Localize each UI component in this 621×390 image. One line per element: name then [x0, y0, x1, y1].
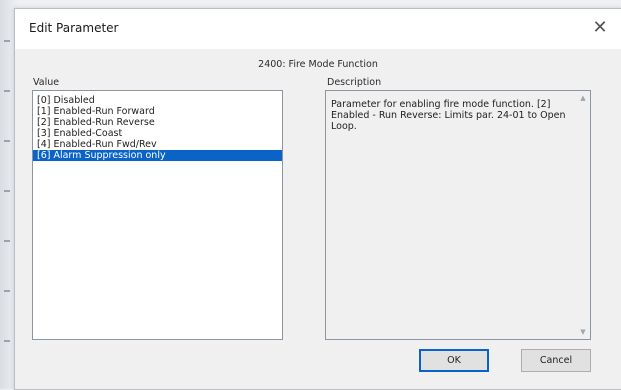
dialog-titlebar: Edit Parameter ✕ [15, 9, 621, 49]
scroll-down-arrow-icon[interactable]: ▼ [578, 327, 588, 337]
scroll-up-arrow-icon[interactable]: ▲ [578, 93, 588, 103]
ok-button[interactable]: OK [419, 349, 489, 372]
description-scrollbar[interactable]: ▲ ▼ [576, 91, 590, 339]
background-tick [4, 340, 10, 342]
list-item-3[interactable]: [3] Enabled-Coast [33, 128, 282, 139]
value-label: Value [33, 77, 60, 88]
list-item-6-selected[interactable]: [6] Alarm Suppression only [33, 150, 282, 161]
edit-parameter-dialog: Edit Parameter ✕ 2400: Fire Mode Functio… [14, 8, 621, 390]
list-item-1[interactable]: [1] Enabled-Run Forward [33, 106, 282, 117]
list-item-2[interactable]: [2] Enabled-Run Reverse [33, 117, 282, 128]
description-label: Description [327, 77, 382, 88]
cancel-button[interactable]: Cancel [521, 349, 591, 372]
background-tick [4, 240, 10, 242]
dialog-title: Edit Parameter [29, 21, 119, 35]
background-tick [4, 290, 10, 292]
description-box: Parameter for enabling fire mode functio… [325, 90, 591, 340]
background-tick [4, 40, 10, 42]
background-tick [4, 140, 10, 142]
description-text: Parameter for enabling fire mode functio… [331, 99, 566, 132]
list-item-4[interactable]: [4] Enabled-Run Fwd/Rev [33, 139, 282, 150]
parameter-header: 2400: Fire Mode Function [258, 59, 378, 70]
list-item-0[interactable]: [0] Disabled [33, 95, 282, 106]
background-tick [4, 90, 10, 92]
close-icon[interactable]: ✕ [589, 17, 611, 39]
value-listbox[interactable]: [0] Disabled [1] Enabled-Run Forward [2]… [32, 90, 283, 340]
background-tick [4, 190, 10, 192]
